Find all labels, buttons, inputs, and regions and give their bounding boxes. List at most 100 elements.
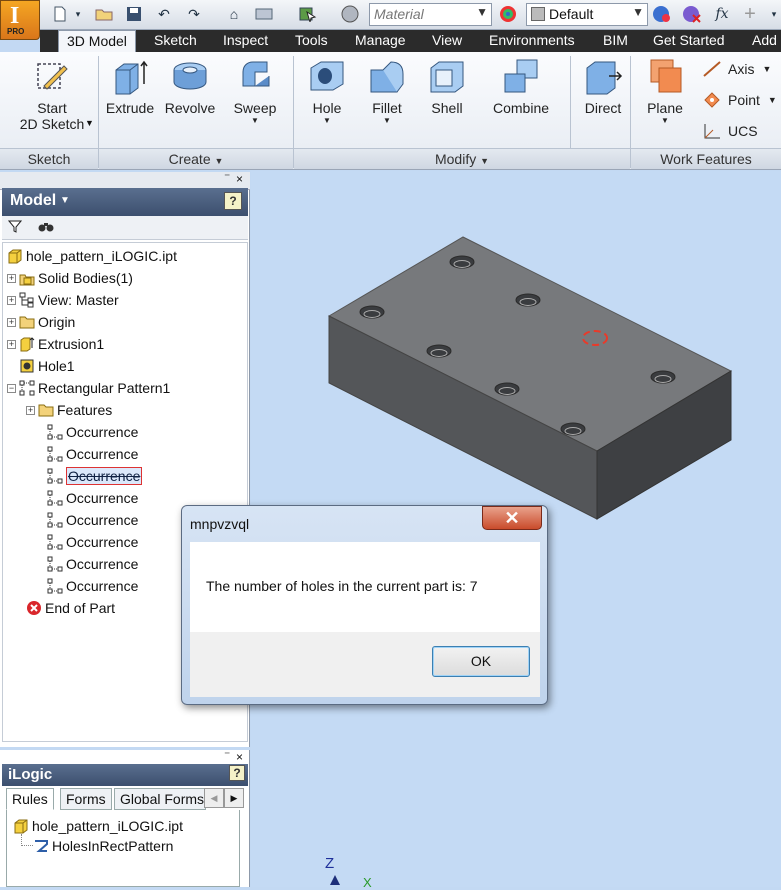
tree-item-root[interactable]: hole_pattern_iLOGIC.ipt [7,245,247,267]
browser-close-icon[interactable]: × [236,172,243,186]
new-file-icon[interactable] [50,5,70,23]
chevron-down-icon: ▼ [767,95,777,105]
direct-edit-button[interactable]: Direct [576,56,630,148]
plane-label: Plane [647,100,683,116]
collapse-icon[interactable]: − [7,383,16,393]
ilogic-close-icon[interactable]: × [236,750,243,764]
ilogic-rules-tree: hole_pattern_iLOGIC.ipt HolesInRectPatte… [6,810,240,887]
combine-button[interactable]: Combine [486,56,556,148]
redo-icon[interactable]: ↷ [184,5,204,23]
tree-item-extrusion1[interactable]: + Extrusion1 [7,333,247,355]
dialog-message: The number of holes in the current part … [206,578,478,594]
sweep-button[interactable]: Sweep ▼ [226,56,284,148]
start-2d-sketch-button[interactable]: Start 2D Sketch [8,56,96,148]
tab-scroll-left-icon[interactable]: ◀ [204,788,224,808]
tab-view[interactable]: View [424,30,470,52]
expand-icon[interactable]: + [26,405,35,415]
select-mode-icon[interactable] [298,5,318,23]
color-override-icon[interactable] [340,5,360,23]
tab-bim[interactable]: BIM [595,30,636,52]
ilogic-tree-root[interactable]: hole_pattern_iLOGIC.ipt [13,815,183,837]
expand-icon[interactable]: + [7,273,16,283]
tree-item-occurrence[interactable]: Occurrence [7,443,247,465]
tab-forms[interactable]: Forms [60,788,112,810]
parameters-icon[interactable]: 𝑓x [712,5,732,23]
tab-add-ins[interactable]: Add [744,30,781,52]
group-create-label: Create [168,151,211,167]
group-modify[interactable]: Modify ▼ [294,148,630,169]
expand-icon[interactable]: + [7,317,16,327]
point-button[interactable]: Point ▼ [702,89,777,111]
group-create[interactable]: Create ▼ [99,148,293,169]
tab-get-started[interactable]: Get Started [645,30,733,52]
browser-pin-icon[interactable]: ⁻ [224,170,230,184]
shell-button[interactable]: Shell [422,56,472,148]
tab-sketch[interactable]: Sketch [146,30,205,52]
revolve-icon [173,62,207,90]
ok-button[interactable]: OK [432,646,530,677]
chevron-down-icon: ▼ [383,116,391,125]
ilogic-rule-item[interactable]: HolesInRectPattern [33,835,173,857]
new-dropdown-icon[interactable]: ▾ [72,5,84,23]
undo-icon[interactable]: ↶ [154,5,174,23]
filter-icon[interactable] [7,219,23,236]
end-of-part-icon [27,601,41,615]
expand-icon[interactable]: + [7,339,16,349]
combine-icon [504,59,538,93]
tree-item-rectangular-pattern1[interactable]: − Rectangular Pattern1 [7,377,247,399]
tree-item-features[interactable]: + Features [7,399,247,421]
tab-scroll-right-icon[interactable]: ▶ [224,788,244,808]
direct-edit-icon [586,61,623,95]
tab-tools[interactable]: Tools [287,30,336,52]
model-browser-title-bar[interactable]: Model ▼ ? [2,188,248,216]
qat-dropdown-icon[interactable]: ▾ [764,5,781,23]
add-icon[interactable]: + [740,3,760,25]
fillet-button[interactable]: Fillet ▼ [362,56,412,148]
extrude-icon [115,60,148,95]
tab-manage[interactable]: Manage [347,30,414,52]
tab-rules[interactable]: Rules [6,788,54,810]
clear-appearance-icon[interactable] [682,5,702,23]
ilogic-title-bar: iLogic ? [2,764,248,786]
chevron-down-icon: ▼ [476,5,488,19]
revolve-button[interactable]: Revolve [160,56,220,148]
help-icon[interactable]: ? [224,192,242,210]
tree-item-solid-bodies[interactable]: + Solid Bodies(1) [7,267,247,289]
message-dialog: mnpvzvql ✕ The number of holes in the cu… [181,505,548,705]
find-icon[interactable] [38,219,54,236]
appearance-icon[interactable] [498,5,518,23]
axis-button[interactable]: Axis ▼ [702,58,771,80]
tree-item-view-master[interactable]: + View: Master [7,289,247,311]
material-select[interactable]: Material ▼ [369,3,492,26]
close-icon[interactable]: ✕ [482,506,542,530]
ilogic-title: iLogic [8,766,53,783]
tab-environments[interactable]: Environments [481,30,583,52]
tree-item-occurrence[interactable]: Occurrence [7,421,247,443]
save-icon[interactable] [124,5,144,23]
extrude-button[interactable]: Extrude [104,56,156,148]
chevron-down-icon: ▼ [251,116,259,125]
help-icon[interactable]: ? [229,765,245,781]
adjust-appearance-icon[interactable] [652,5,672,23]
open-icon[interactable] [94,5,114,23]
plane-button[interactable]: Plane ▼ [638,56,692,148]
tree-item-hole1[interactable]: Hole1 [7,355,247,377]
home-icon[interactable]: ⌂ [224,5,244,23]
tree-item-occurrence-suppressed[interactable]: Occurrence [7,465,247,487]
ilogic-pin-icon[interactable]: ⁻ [224,748,230,762]
tree-item-label: Occurrence [66,512,139,528]
hole-button[interactable]: Hole ▼ [302,56,352,148]
tab-3d-model[interactable]: 3D Model [58,30,136,52]
tab-inspect[interactable]: Inspect [215,30,276,52]
start-sketch-label-2: 2D Sketch [19,116,85,132]
appearance-select[interactable]: Default ▼ [526,3,648,26]
start-sketch-label-1: Start [37,100,67,116]
hole-icon [310,61,344,91]
tree-item-label: hole_pattern_iLOGIC.ipt [26,248,177,264]
update-icon[interactable] [254,5,274,23]
application-menu-button[interactable]: I PRO [0,0,40,40]
tab-global-forms[interactable]: Global Forms [114,788,206,810]
expand-icon[interactable]: + [7,295,16,305]
ucs-button[interactable]: UCS [702,120,758,142]
tree-item-origin[interactable]: + Origin [7,311,247,333]
